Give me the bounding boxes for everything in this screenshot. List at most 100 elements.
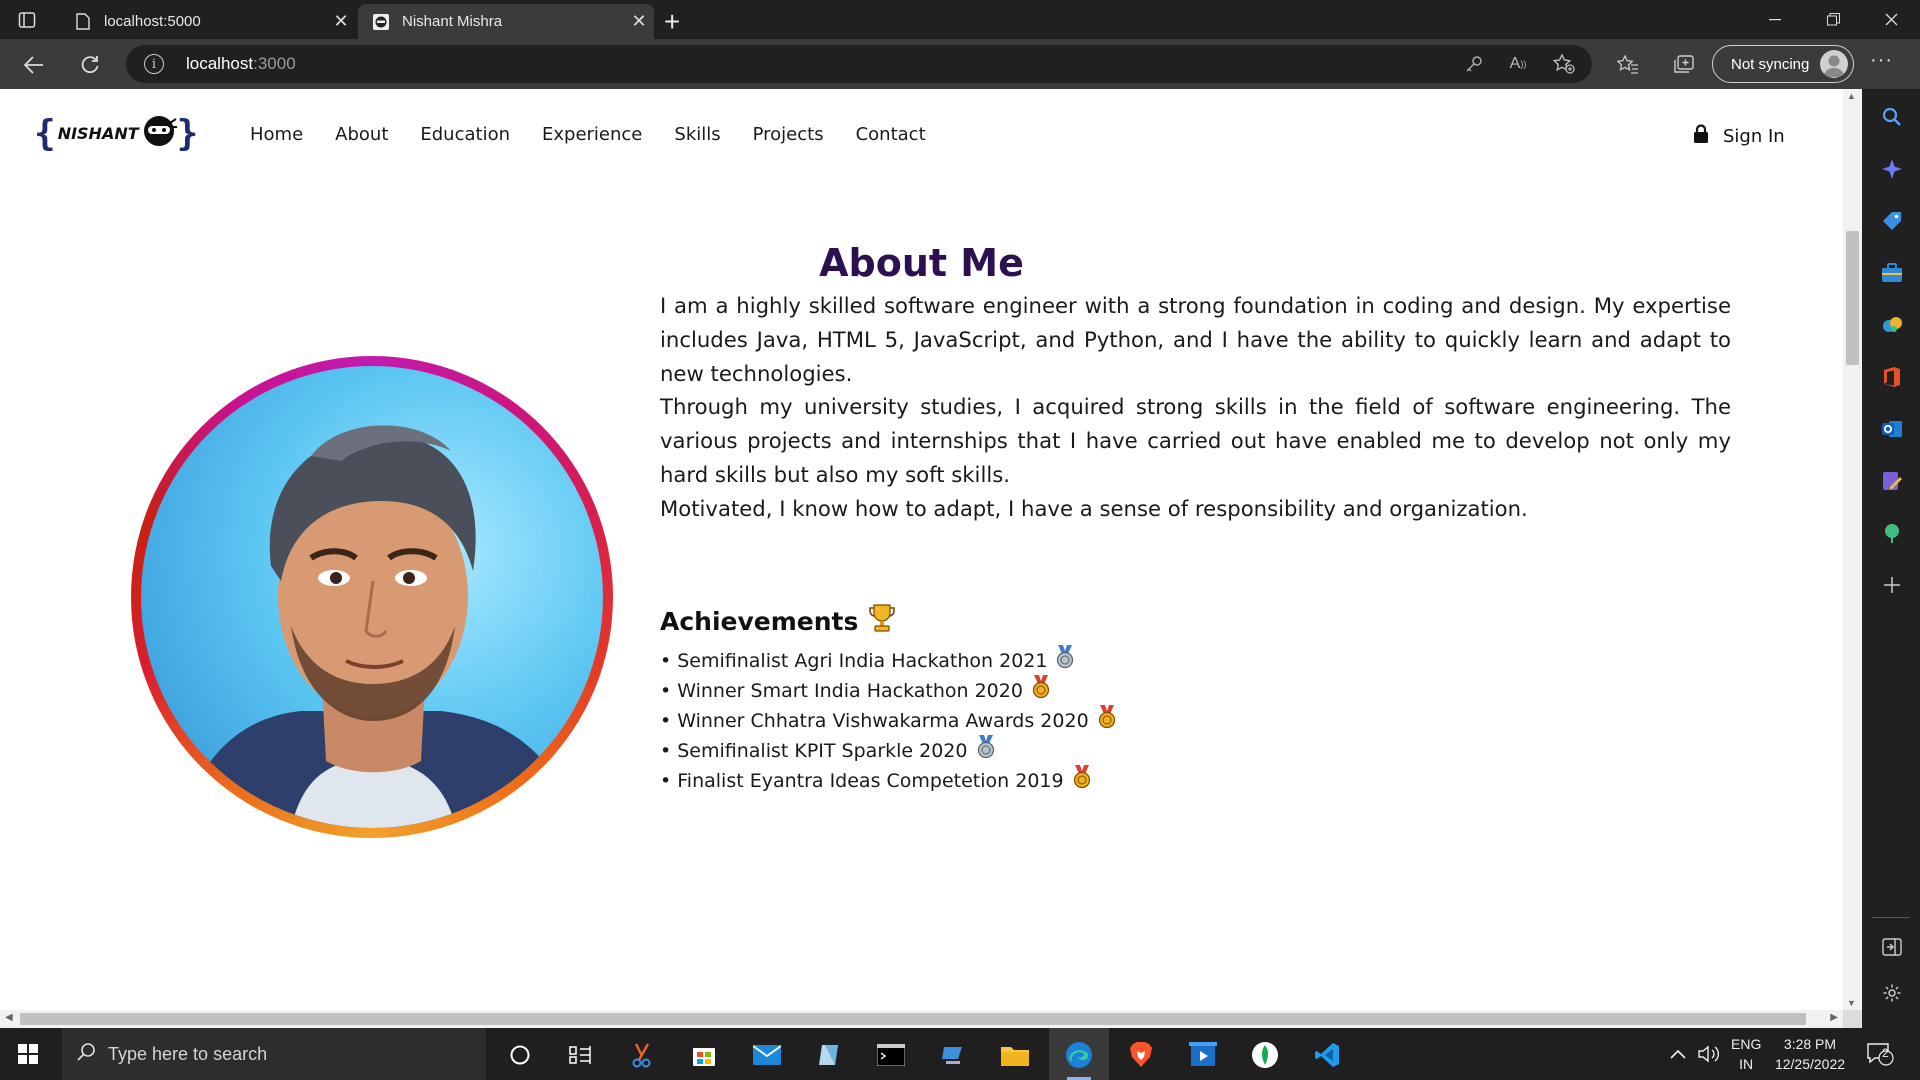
site-info-icon[interactable]: i — [144, 54, 164, 74]
search-placeholder: Type here to search — [108, 1043, 268, 1064]
region-code: IN — [1739, 1056, 1754, 1072]
taskbar-search-input[interactable]: Type here to search — [62, 1028, 486, 1080]
nav-about[interactable]: About — [335, 124, 388, 145]
mail-icon[interactable] — [752, 1040, 782, 1070]
close-tab-icon[interactable]: ✕ — [624, 11, 654, 32]
horizontal-scroll-thumb[interactable] — [20, 1013, 1806, 1025]
microsoft-store-icon[interactable] — [689, 1040, 719, 1070]
list-item: • Winner Chhatra Vishwakarma Awards 2020 — [660, 704, 1117, 738]
close-tab-icon[interactable]: ✕ — [326, 11, 356, 32]
cortana-icon[interactable] — [505, 1040, 535, 1070]
language-code: ENG — [1731, 1036, 1762, 1052]
task-view-icon[interactable] — [565, 1040, 595, 1070]
gold-medal-icon — [1031, 674, 1051, 708]
nav-education[interactable]: Education — [420, 124, 510, 145]
achievements-title: Achievements — [660, 606, 859, 636]
gold-medal-icon — [1097, 704, 1117, 738]
about-paragraph: Motivated, I know how to adapt, I have a… — [660, 495, 1528, 521]
vscode-icon[interactable] — [1312, 1040, 1342, 1070]
vertical-scroll-thumb[interactable] — [1846, 231, 1859, 365]
search-icon[interactable] — [1880, 105, 1904, 129]
read-aloud-icon[interactable]: A)) — [1506, 52, 1530, 76]
close-window-button[interactable] — [1862, 0, 1920, 39]
browser-titlebar: localhost:5000 ✕ Nishant Mishra ✕ + — [0, 0, 1920, 39]
outlook-icon[interactable] — [1880, 417, 1904, 441]
sync-status-label: Not syncing — [1731, 55, 1810, 73]
add-favorite-icon[interactable] — [1552, 52, 1576, 76]
horizontal-scrollbar[interactable]: ◀ ▶ — [0, 1010, 1843, 1028]
system-clock[interactable]: 3:28 PM 12/25/2022 — [1770, 1034, 1850, 1074]
browser-toolbar: i localhost:3000 A)) Not syncing ··· — [0, 39, 1920, 89]
notes-app-icon[interactable] — [814, 1040, 844, 1070]
mongodb-compass-icon[interactable] — [1250, 1040, 1280, 1070]
tab-title: localhost:5000 — [104, 13, 201, 30]
games-icon[interactable] — [1880, 313, 1904, 337]
list-item: • Semifinalist KPIT Sparkle 2020 — [660, 734, 1117, 766]
page-viewport: { NISHANT } Home About Education Experie… — [0, 89, 1843, 1010]
favorites-icon[interactable] — [1612, 49, 1644, 81]
ninja-mascot-icon — [141, 113, 177, 154]
nav-experience[interactable]: Experience — [542, 124, 642, 145]
scroll-up-arrow-icon[interactable]: ▲ — [1847, 91, 1856, 101]
nav-skills[interactable]: Skills — [674, 124, 720, 145]
taskbar-edge-active[interactable] — [1049, 1028, 1109, 1080]
tree-icon[interactable] — [1880, 521, 1904, 545]
file-explorer-icon[interactable] — [1000, 1040, 1030, 1070]
video-player-icon[interactable] — [1188, 1040, 1218, 1070]
profile-sync-button[interactable]: Not syncing — [1712, 45, 1854, 83]
tab-localhost-5000[interactable]: localhost:5000 ✕ — [60, 4, 356, 39]
back-arrow-icon[interactable] — [18, 49, 50, 81]
url-host: localhost — [186, 54, 254, 73]
url-text[interactable]: localhost:3000 — [186, 54, 296, 74]
new-tab-button[interactable]: + — [664, 6, 680, 38]
add-sidebar-app-icon[interactable] — [1880, 573, 1904, 597]
scroll-down-arrow-icon[interactable]: ▼ — [1847, 998, 1856, 1008]
list-item: • Winner Smart India Hackathon 2020 — [660, 674, 1117, 708]
logo-right-brace: } — [176, 112, 199, 154]
gear-icon[interactable] — [1880, 981, 1904, 1005]
nav-home[interactable]: Home — [250, 124, 303, 145]
achievements-list: • Semifinalist Agri India Hackathon 2021… — [660, 644, 1117, 796]
refresh-icon[interactable] — [74, 49, 106, 81]
settings-more-icon[interactable]: ··· — [1870, 49, 1893, 72]
scrollbar-corner — [1843, 1010, 1862, 1028]
drop-notes-icon[interactable] — [1880, 469, 1904, 493]
minimize-button[interactable] — [1746, 0, 1804, 39]
about-text: I am a highly skilled software engineer … — [660, 289, 1731, 526]
nav-contact[interactable]: Contact — [856, 124, 926, 145]
profile-photo-ring — [131, 356, 613, 838]
address-bar[interactable]: i localhost:3000 A)) — [126, 45, 1592, 83]
volume-icon[interactable] — [1698, 1028, 1720, 1080]
password-key-icon[interactable] — [1462, 52, 1486, 76]
hide-sidebar-icon[interactable] — [1880, 935, 1904, 959]
sign-in-button[interactable]: Sign In — [1693, 124, 1785, 149]
tab-nishant-mishra[interactable]: Nishant Mishra ✕ — [358, 4, 654, 39]
achievement-text: • Winner Chhatra Vishwakarma Awards 2020 — [660, 710, 1089, 732]
nav-projects[interactable]: Projects — [753, 124, 824, 145]
shopping-tag-icon[interactable] — [1880, 209, 1904, 233]
sidebar-divider — [1872, 917, 1910, 918]
clock-time: 3:28 PM — [1783, 1036, 1837, 1052]
notification-center-icon[interactable]: 2 — [1866, 1028, 1894, 1080]
sign-in-label: Sign In — [1723, 126, 1785, 147]
blue-app-icon[interactable] — [938, 1040, 968, 1070]
snipping-tool-icon[interactable] — [627, 1040, 657, 1070]
tab-actions-icon[interactable] — [16, 9, 38, 31]
scroll-right-arrow-icon[interactable]: ▶ — [1830, 1012, 1838, 1023]
about-paragraph: Through my university studies, I acquire… — [660, 394, 1731, 487]
vertical-scrollbar[interactable]: ▲ ▼ — [1843, 89, 1862, 1010]
page-icon — [74, 13, 92, 31]
site-logo[interactable]: { NISHANT } — [34, 111, 198, 155]
terminal-icon[interactable] — [876, 1040, 906, 1070]
language-indicator[interactable]: ENG IN — [1731, 1034, 1761, 1074]
sparkle-discover-icon[interactable] — [1880, 157, 1904, 181]
show-hidden-icons-chevron-icon[interactable] — [1670, 1028, 1686, 1080]
windows-start-icon[interactable] — [18, 1044, 38, 1069]
collections-icon[interactable] — [1668, 49, 1700, 81]
office-icon[interactable] — [1880, 365, 1904, 389]
tools-briefcase-icon[interactable] — [1880, 261, 1904, 285]
scroll-left-arrow-icon[interactable]: ◀ — [5, 1012, 13, 1023]
achievement-text: • Semifinalist Agri India Hackathon 2021 — [660, 650, 1048, 672]
brave-browser-icon[interactable] — [1126, 1040, 1156, 1070]
restore-button[interactable] — [1804, 0, 1862, 39]
